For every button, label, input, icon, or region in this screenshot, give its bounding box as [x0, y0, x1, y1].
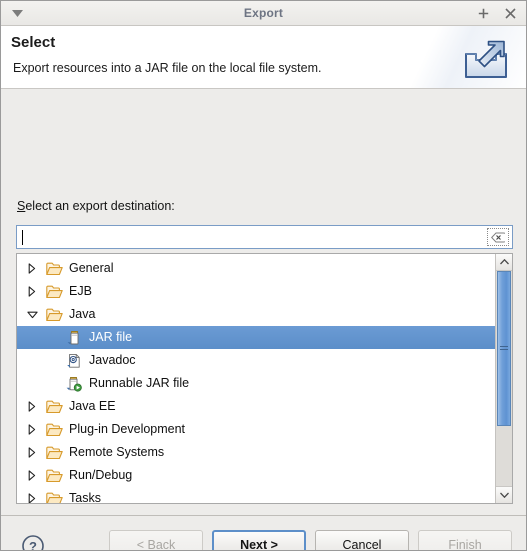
- folder-icon: [45, 422, 63, 438]
- twisty-expanded-icon[interactable]: [24, 307, 40, 323]
- folder-icon: [45, 261, 63, 277]
- tree-item-general[interactable]: General: [17, 257, 495, 280]
- tree-item-label: Runnable JAR file: [89, 376, 190, 391]
- tree-item-label: Javadoc: [89, 353, 136, 368]
- twisty-collapsed-icon[interactable]: [24, 284, 40, 300]
- twisty-collapsed-icon[interactable]: [24, 491, 40, 503]
- dialog-header: Select Export resources into a JAR file …: [1, 26, 526, 89]
- scrollbar-track[interactable]: [496, 271, 512, 486]
- destination-label-rest: elect an export destination:: [25, 199, 175, 213]
- back-button[interactable]: < Back: [109, 530, 203, 551]
- page-description: Export resources into a JAR file on the …: [13, 61, 322, 75]
- finish-button[interactable]: Finish: [418, 530, 512, 551]
- tree-item-label: Tasks: [69, 491, 101, 503]
- tree-item-ejb[interactable]: EJB: [17, 280, 495, 303]
- export-tray-arrow-icon: [460, 34, 512, 82]
- javadoc-icon: [65, 353, 83, 369]
- dialog-button-bar: ? < Back Next > Cancel Finish: [1, 515, 526, 551]
- window-title: Export: [243, 6, 284, 20]
- text-caret: [22, 230, 23, 245]
- twisty-collapsed-icon[interactable]: [24, 422, 40, 438]
- twisty-collapsed-icon[interactable]: [24, 468, 40, 484]
- export-dialog-window: Export Select Export resources into a JA…: [0, 0, 527, 551]
- page-title: Select: [11, 34, 56, 51]
- runnable-jar-file-icon: [65, 376, 83, 392]
- tree-item-runnable-jar-file[interactable]: Runnable JAR file: [17, 372, 495, 395]
- twisty-collapsed-icon[interactable]: [24, 445, 40, 461]
- tree-item-java[interactable]: Java: [17, 303, 495, 326]
- tree-item-tasks[interactable]: Tasks: [17, 487, 495, 503]
- tree-item-java-ee[interactable]: Java EE: [17, 395, 495, 418]
- dialog-body: Select an export destination: General EJB…: [1, 89, 526, 515]
- clear-x-icon[interactable]: [487, 228, 509, 246]
- tree-item-javadoc[interactable]: Javadoc: [17, 349, 495, 372]
- wizard-buttons: < Back Next > Cancel Finish: [109, 530, 512, 551]
- folder-icon: [45, 399, 63, 415]
- folder-icon: [45, 468, 63, 484]
- tree-item-label: Run/Debug: [69, 468, 133, 483]
- twisty-collapsed-icon[interactable]: [24, 261, 40, 277]
- tree-item-label: Remote Systems: [69, 445, 165, 460]
- folder-icon: [45, 491, 63, 503]
- svg-text:?: ?: [29, 539, 37, 551]
- cancel-button[interactable]: Cancel: [315, 530, 409, 551]
- tree-item-label: Java EE: [69, 399, 116, 414]
- filter-input[interactable]: [17, 227, 487, 247]
- window-controls: [476, 1, 518, 25]
- export-destination-tree[interactable]: General EJB Java JAR file Javadoc Runnable JA…: [16, 253, 513, 504]
- next-button-label: Next >: [240, 538, 278, 551]
- tree-item-remote-systems[interactable]: Remote Systems: [17, 441, 495, 464]
- folder-icon: [45, 445, 63, 461]
- next-button[interactable]: Next >: [212, 530, 306, 551]
- tree-item-jar-file[interactable]: JAR file: [17, 326, 495, 349]
- close-icon[interactable]: [503, 6, 518, 21]
- tree-item-label: Plug-in Development: [69, 422, 186, 437]
- destination-label: Select an export destination:: [17, 199, 175, 213]
- question-mark-icon[interactable]: ?: [21, 534, 45, 551]
- tree-item-label: Java: [69, 307, 96, 322]
- tree-item-run-debug[interactable]: Run/Debug: [17, 464, 495, 487]
- twisty-collapsed-icon[interactable]: [24, 399, 40, 415]
- tree-item-label: JAR file: [89, 330, 133, 345]
- tree-item-plug-in-development[interactable]: Plug-in Development: [17, 418, 495, 441]
- plus-icon[interactable]: [476, 6, 491, 21]
- folder-icon: [45, 284, 63, 300]
- scrollbar-grip: [500, 344, 508, 352]
- scrollbar-thumb[interactable]: [497, 271, 511, 426]
- tree-list: General EJB Java JAR file Javadoc Runnable JA…: [17, 254, 495, 503]
- cancel-button-label: Cancel: [342, 538, 382, 551]
- finish-button-label: Finish: [448, 538, 482, 551]
- back-button-label: < Back: [136, 538, 176, 551]
- filter-field-wrapper[interactable]: [16, 225, 513, 249]
- tree-item-label: EJB: [69, 284, 92, 299]
- chevron-down-icon[interactable]: [496, 486, 512, 503]
- tree-vertical-scrollbar[interactable]: [495, 254, 512, 503]
- tree-item-label: General: [69, 261, 114, 276]
- title-bar: Export: [1, 1, 526, 26]
- jar-file-icon: [65, 330, 83, 346]
- chevron-up-icon[interactable]: [496, 254, 512, 271]
- folder-icon: [45, 307, 63, 323]
